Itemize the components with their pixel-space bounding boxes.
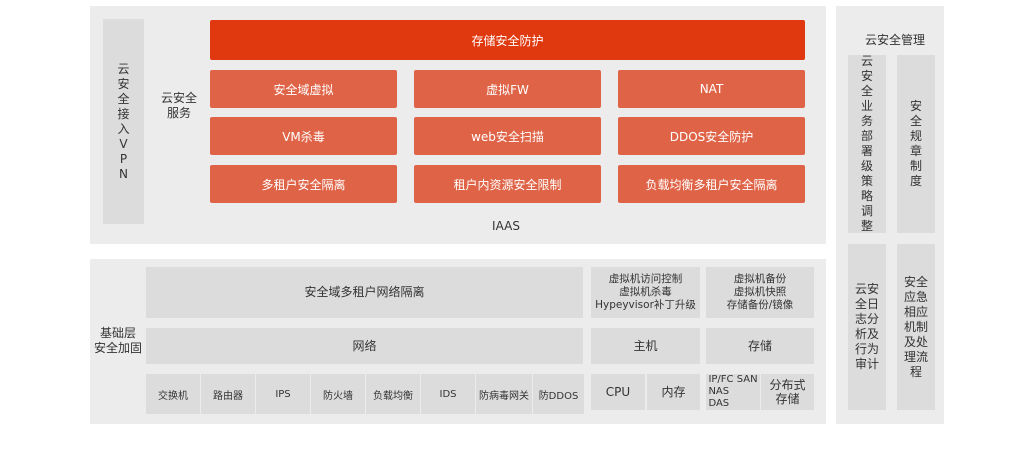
network-box: 网络 <box>146 328 583 364</box>
policy-adjustment-box: 云 安 全 业 务 部 署 级 策 略 调 整 <box>848 54 886 233</box>
base-layer-label: 基础层 安全加固 <box>93 326 142 355</box>
security-domain-virtual-box: 安全域虚拟 <box>210 70 397 108</box>
web-security-scan-box: web安全扫描 <box>414 117 601 155</box>
virtual-fw-box: 虚拟FW <box>414 70 601 108</box>
storage-security-box: 存储安全防护 <box>210 20 805 60</box>
host-box: 主机 <box>591 328 700 364</box>
anti-ddos-box: 防DDOS <box>533 374 584 414</box>
vm-antivirus-box: VM杀毒 <box>210 117 397 155</box>
storage-box: 存储 <box>706 328 814 364</box>
cloud-security-service-label: 云安全 服务 <box>160 91 197 120</box>
multi-tenant-isolation-box: 多租户安全隔离 <box>210 165 397 203</box>
load-balancer-box: 负载均衡 <box>366 374 420 414</box>
cloud-security-vpn-box: 云 安 全 接 入 V P N <box>103 19 144 224</box>
ips-box: IPS <box>256 374 310 414</box>
memory-box: 内存 <box>647 374 700 410</box>
vm-security-box: 虚拟机访问控制 虚拟机杀毒 Hypeyvisor补丁升级 <box>591 267 700 318</box>
security-regulations-box: 安 全 规 章 制 度 <box>897 55 935 233</box>
distributed-storage-box: 分布式 存储 <box>761 374 814 410</box>
nat-box: NAT <box>618 70 805 108</box>
network-isolation-box: 安全域多租户网络隔离 <box>146 267 583 318</box>
lb-multi-tenant-isolation-box: 负载均衡多租户安全隔离 <box>618 165 805 203</box>
tenant-resource-limit-box: 租户内资源安全限制 <box>414 165 601 203</box>
emergency-response-box: 安全 应急 相应 机制 及处 理流 程 <box>897 244 935 410</box>
ddos-protection-box: DDOS安全防护 <box>618 117 805 155</box>
cpu-box: CPU <box>591 374 645 410</box>
vpn-label: 云 安 全 接 入 V P N <box>117 61 130 181</box>
switch-box: 交换机 <box>146 374 200 414</box>
router-box: 路由器 <box>201 374 255 414</box>
vm-backup-box: 虚拟机备份 虚拟机快照 存储备份/镜像 <box>706 267 814 318</box>
ids-box: IDS <box>421 374 475 414</box>
iaas-caption: IAAS <box>492 218 520 233</box>
log-audit-box: 云安 全日 志分 析及 行为 审计 <box>848 244 886 410</box>
storage-types-box: IP/FC SAN NAS DAS <box>706 374 760 410</box>
firewall-box: 防火墙 <box>311 374 365 414</box>
management-title: 云安全管理 <box>864 32 925 47</box>
antivirus-gateway-box: 防病毒网关 <box>476 374 532 414</box>
